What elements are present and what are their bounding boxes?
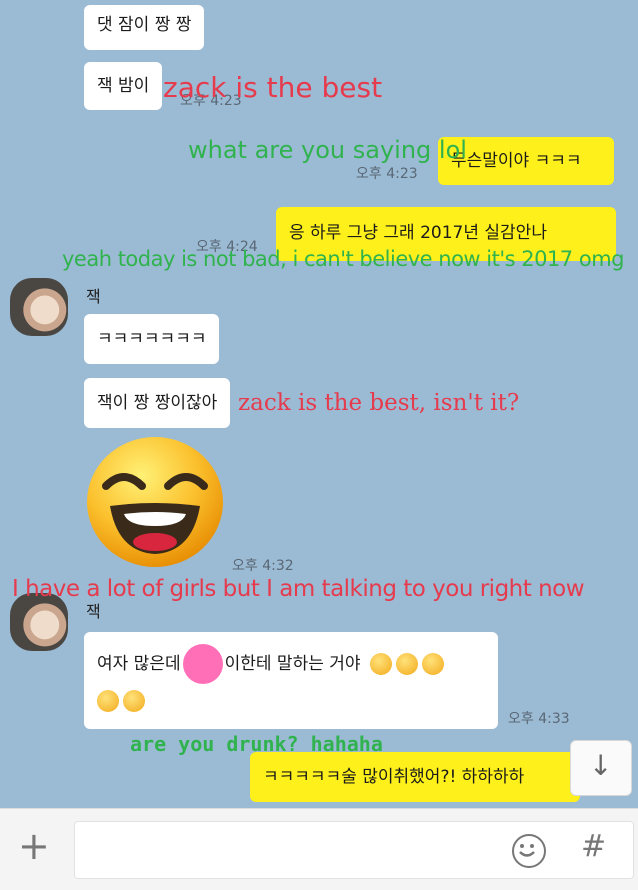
message-text: 잭이 짱 짱이잖아 — [97, 393, 218, 413]
redaction-mark — [182, 644, 223, 684]
message-text: 여자 많은데 — [97, 654, 181, 674]
message-text: 댓 잠이 짱 짱 — [97, 15, 192, 35]
thinking-emoji-icon — [97, 690, 119, 712]
thinking-emoji-icon — [395, 653, 418, 675]
plus-icon[interactable]: + — [18, 827, 50, 865]
timestamp: 오후 4:23 — [356, 166, 418, 182]
emoji-icon[interactable] — [512, 834, 546, 868]
message-bubble[interactable]: 여자 많은데 이한테 말하는 거야 — [84, 632, 498, 729]
avatar[interactable] — [10, 278, 68, 336]
message-text: ㅋㅋㅋㅋㅋㅋㅋ — [97, 329, 207, 349]
message-input[interactable]: # — [74, 821, 634, 879]
message-bubble[interactable]: ㅋㅋㅋㅋㅋ술 많이취했어?! 하하하하 — [250, 752, 580, 802]
message-bubble[interactable]: 잭이 짱 짱이잖아 — [84, 378, 231, 428]
translation-overlay: what are you saying lol — [188, 136, 467, 164]
message-text: 무슨말이야 ㅋㅋㅋ — [451, 151, 582, 171]
translation-overlay: yeah today is not bad, i can't believe n… — [62, 247, 624, 271]
message-bubble[interactable]: 잭 밤이 — [84, 62, 163, 110]
message-text: 잭 밤이 — [97, 76, 150, 96]
message-text: 이한테 말하는 거야 — [224, 654, 361, 674]
message-text: 응 하루 그냥 그래 2017년 실감안나 — [289, 223, 547, 243]
hash-icon[interactable]: # — [581, 832, 606, 862]
sender-name: 잭 — [86, 287, 101, 306]
scroll-down-button[interactable]: ↓ — [570, 740, 632, 796]
timestamp: 오후 4:33 — [508, 711, 570, 727]
thinking-emoji-icon — [123, 690, 145, 712]
message-bubble[interactable]: 댓 잠이 짱 짱 — [84, 5, 205, 50]
translation-overlay: zack is the best, isn't it? — [238, 390, 520, 416]
translation-overlay: zack is the best — [163, 71, 383, 104]
timestamp: 오후 4:32 — [232, 558, 294, 574]
translation-overlay: I have a lot of girls but I am talking t… — [12, 576, 585, 602]
laughing-emoji-icon[interactable] — [84, 434, 226, 570]
arrow-down-icon: ↓ — [589, 749, 613, 782]
thinking-emoji-icon — [421, 653, 444, 675]
message-text: ㅋㅋㅋㅋㅋ술 많이취했어?! 하하하하 — [263, 767, 525, 787]
translation-overlay: are you drunk? hahaha — [130, 732, 383, 756]
message-input-bar: + # — [0, 808, 638, 890]
message-bubble[interactable]: ㅋㅋㅋㅋㅋㅋㅋ — [84, 314, 220, 364]
thinking-emoji-icon — [369, 653, 392, 675]
